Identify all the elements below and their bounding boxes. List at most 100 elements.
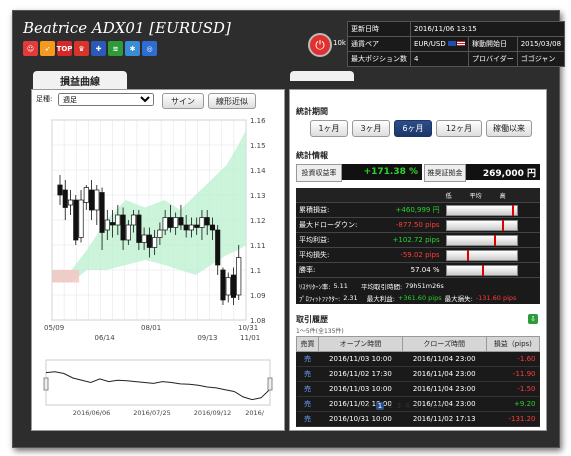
bubble-icon[interactable]: ✱ xyxy=(125,41,140,56)
maxwin-value: +361.60 pips xyxy=(397,294,442,302)
history-side: 売 xyxy=(296,381,319,397)
history-close: 2016/11/02 17:13 xyxy=(402,411,487,427)
overview-tick-label: 2016/06/06 xyxy=(73,409,110,417)
summary-stats: 投資収益率 +171.38 % 推奨証拠金 269,000 円 xyxy=(296,164,540,182)
page-link[interactable]: >> xyxy=(446,402,458,410)
page-link[interactable]: 1 xyxy=(375,402,385,410)
history-row[interactable]: 売 2016/10/31 10:00 2016/11/02 17:13 -131.20 xyxy=(296,411,540,427)
ranking-icon[interactable]: ♛ xyxy=(74,41,89,56)
rocket-icon[interactable]: ➶ xyxy=(40,41,55,56)
y-tick-label: 1.12 xyxy=(250,217,266,225)
gauge-marker xyxy=(466,249,469,261)
hold-value: 79h51m26s xyxy=(405,282,444,290)
pf-value: 2.31 xyxy=(343,294,358,302)
metric-row: 平均損失: -59.02 pips xyxy=(296,247,540,263)
sign-button[interactable]: サイン xyxy=(162,93,204,109)
history-col-open: オープン時間 xyxy=(318,336,403,352)
candle-body xyxy=(131,214,137,226)
metric-row: 勝率: 57.04 % xyxy=(296,262,540,278)
update-label: 更新日時 xyxy=(347,21,411,37)
metric-value: +102.72 pips xyxy=(376,232,443,248)
trendline-button[interactable]: 線形近似 xyxy=(208,93,256,109)
metric-value: 57.04 % xyxy=(376,262,443,278)
page-link[interactable]: 3 xyxy=(397,402,401,410)
history-title: 取引履歴 xyxy=(296,315,328,324)
top100-icon[interactable]: TOP xyxy=(57,41,72,56)
history-row[interactable]: 売 2016/11/02 17:30 2016/11/04 23:00 -11.90 xyxy=(296,366,540,382)
history-open: 2016/11/03 10:00 xyxy=(318,381,403,397)
window-title: Beatrice ADX01 [EURUSD] xyxy=(23,19,231,37)
metric-gauge xyxy=(445,249,518,261)
pair-value: EUR/USD xyxy=(410,36,469,52)
flag-icon[interactable]: ✚ xyxy=(91,41,106,56)
period-button-2[interactable]: 3ヶ月 xyxy=(352,120,390,137)
chart-icon[interactable]: ≋ xyxy=(108,41,123,56)
candle-body xyxy=(115,214,121,226)
candle-body xyxy=(99,192,105,233)
history-side: 売 xyxy=(296,351,319,367)
candle-body xyxy=(136,214,142,243)
history-table: 売買 オープン時間 クローズ時間 損益（pips) 売 2016/11/03 10… xyxy=(296,336,541,427)
page-link[interactable]: ... xyxy=(422,402,429,410)
candle-body xyxy=(104,219,110,231)
x-tick-label: 10/31 xyxy=(238,324,258,332)
metric-value: +460,999 円 xyxy=(376,202,443,218)
period-button-4[interactable]: 12ヶ月 xyxy=(436,120,482,137)
candle-body xyxy=(183,224,189,231)
metric-gauge xyxy=(445,204,518,216)
history-close: 2016/11/04 23:00 xyxy=(402,366,487,382)
page-link[interactable]: << xyxy=(360,402,372,410)
candle-body xyxy=(220,269,226,301)
candle-body xyxy=(194,224,200,228)
history-close: 2016/11/04 23:00 xyxy=(402,381,487,397)
period-button-5[interactable]: 稼働以来 xyxy=(486,120,532,137)
candle-body xyxy=(146,234,152,248)
globe-icon[interactable]: ◎ xyxy=(142,41,157,56)
period-button-1[interactable]: 1ヶ月 xyxy=(310,120,348,137)
candle-body xyxy=(78,199,84,238)
candle-body xyxy=(167,217,173,228)
provider-label: プロバイダー xyxy=(467,51,518,67)
history-range: 1～5件(全135件) xyxy=(296,328,344,335)
history-row[interactable]: 売 2016/11/03 10:00 2016/11/04 23:00 -1.50 xyxy=(296,381,540,397)
candle-body xyxy=(225,277,231,296)
page-link[interactable]: 27 xyxy=(433,402,442,410)
pagination: << 1 2 3 4 5... 27 >> xyxy=(360,402,457,410)
candle-body xyxy=(62,189,68,208)
risk-value: 5.11 xyxy=(333,282,348,290)
overview-handle-left xyxy=(43,377,49,391)
history-row[interactable]: 売 2016/11/03 10:00 2016/11/04 23:00 -1.60 xyxy=(296,351,540,367)
overview-tick-label: 2016/07/25 xyxy=(133,409,170,417)
badge-icons: ☺ ➶ TOP ♛ ✚ ≋ ✱ ◎ xyxy=(23,41,157,56)
history-open: 2016/10/31 10:00 xyxy=(318,411,403,427)
tab-pnl-curve[interactable]: 損益曲線 xyxy=(33,71,127,89)
period-button-3[interactable]: 6ヶ月 xyxy=(394,120,432,137)
page-link[interactable]: 5 xyxy=(414,402,418,410)
y-tick-label: 1.16 xyxy=(250,117,266,125)
pair-label: 通貨ペア xyxy=(347,36,411,52)
y-tick-label: 1.11 xyxy=(250,242,266,250)
y-tick-label: 1.14 xyxy=(250,167,266,175)
export-icon[interactable]: ⇩ xyxy=(528,314,538,324)
face-icon[interactable]: ☺ xyxy=(23,41,38,56)
page-link[interactable]: 4 xyxy=(405,402,409,410)
pf-label: ﾌﾟﾛﾌｨｯﾄﾌｧｸﾀｰ: xyxy=(299,295,341,303)
y-tick-label: 1.15 xyxy=(250,142,266,150)
candle-body xyxy=(88,189,95,211)
gauge-marker xyxy=(511,204,514,216)
power-icon[interactable]: ⏻ xyxy=(308,33,332,57)
timeframe-select[interactable]: 週足 xyxy=(58,93,154,106)
metric-value: -877.50 pips xyxy=(376,217,443,233)
start-label: 稼動開始日 xyxy=(467,36,518,52)
metric-value: -59.02 pips xyxy=(376,247,443,263)
provider-value[interactable]: ゴゴジャン xyxy=(516,51,566,67)
price-chart: 1.161.151.141.131.121.111.11.091.0805/09… xyxy=(43,117,273,417)
stats-panel: 統計期間 1ヶ月 3ヶ月 6ヶ月 12ヶ月 稼働以来 統計情報 投資収益率 +171.3… xyxy=(289,89,547,431)
candle-body xyxy=(199,217,205,228)
candle-body xyxy=(83,187,89,203)
metric-label: 最大ドローダウン: xyxy=(296,217,377,233)
max-value: 4 xyxy=(410,51,469,67)
gauge-marker xyxy=(502,219,505,231)
overview-handle-right xyxy=(267,377,273,391)
page-link[interactable]: 2 xyxy=(388,402,392,410)
